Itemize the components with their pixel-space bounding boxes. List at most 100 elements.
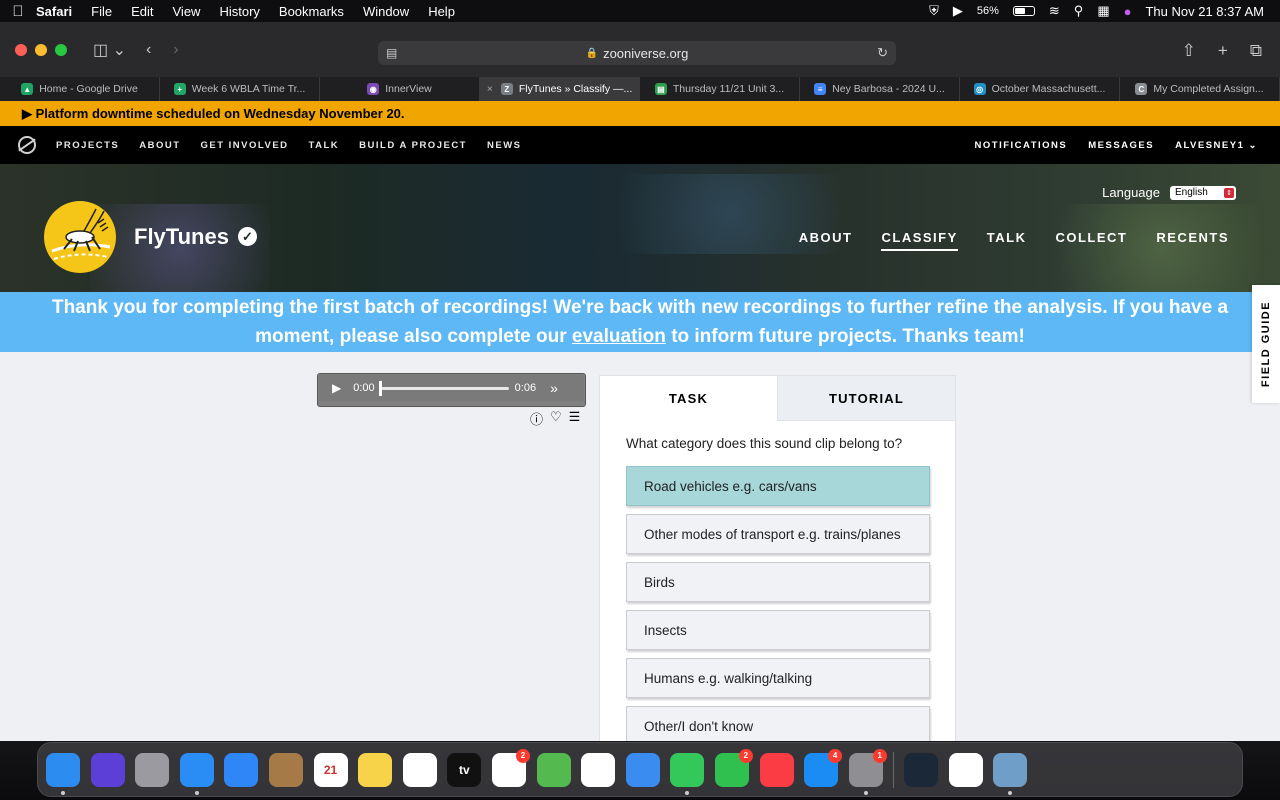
menu-app-name[interactable]: Safari [36,4,72,19]
zooniverse-logo-icon[interactable] [18,136,36,154]
nav-news[interactable]: NEWS [487,140,522,151]
menu-view[interactable]: View [173,4,201,19]
nav-talk[interactable]: TALK [309,140,340,151]
answer-option[interactable]: Birds [626,562,930,602]
wifi-icon[interactable]: ≋ [1049,3,1060,19]
nav-build-a-project[interactable]: BUILD A PROJECT [359,140,467,151]
freeform-icon[interactable] [402,752,437,787]
finder-icon[interactable] [46,752,80,795]
shield-icon[interactable]: ⛨ [929,3,939,19]
system-settings-icon[interactable]: 1 [848,748,887,795]
project-nav-classify[interactable]: CLASSIFY [881,230,958,251]
project-nav-about[interactable]: ABOUT [799,230,853,251]
browser-tab[interactable]: × Z FlyTunes » Classify —... [480,77,640,101]
field-guide-button[interactable]: FIELD GUIDE [1252,285,1280,403]
menu-history[interactable]: History [219,4,259,19]
apple-icon[interactable]:  [0,3,36,20]
project-avatar[interactable] [44,201,116,273]
play-icon[interactable]: ▶ [332,381,341,395]
notes-icon[interactable] [358,752,393,787]
forward-icon[interactable]: › [173,41,178,59]
tv-icon[interactable]: tv [447,752,482,787]
evaluation-link[interactable]: evaluation [572,326,666,347]
nav-projects[interactable]: PROJECTS [56,140,119,151]
menu-bookmarks[interactable]: Bookmarks [279,4,344,19]
nav-about[interactable]: ABOUT [139,140,180,151]
browser-tab[interactable]: ≡ Ney Barbosa - 2024 U... [800,77,960,101]
announcement-text-after: to inform future projects. Thanks team! [671,326,1025,347]
menu-help[interactable]: Help [428,4,455,19]
answer-option[interactable]: Other modes of transport e.g. trains/pla… [626,514,930,554]
scrubber-handle[interactable] [378,380,382,396]
project-nav-talk[interactable]: TALK [987,230,1027,251]
tab-tutorial[interactable]: TUTORIAL [777,376,955,421]
info-icon[interactable]: ⓘ [530,409,543,428]
nav-messages[interactable]: MESSAGES [1088,140,1154,151]
browser-tab[interactable]: ▲ Home - Google Drive [0,77,160,101]
photos-icon[interactable] [581,752,616,787]
menu-window[interactable]: Window [363,4,409,19]
answer-option[interactable]: Road vehicles e.g. cars/vans [626,466,930,506]
weather-icon[interactable] [625,752,660,787]
contacts-icon[interactable] [268,752,303,787]
close-window-button[interactable] [15,43,27,56]
downtime-banner[interactable]: ▶ Platform downtime scheduled on Wednesd… [0,101,1280,126]
language-select[interactable]: English ⇕ [1170,185,1236,200]
spotlight-search-icon[interactable]: ⚲ [1074,3,1084,19]
menu-edit[interactable]: Edit [131,4,153,19]
dock-area: 21 tv 2 2 4 1 [0,741,1280,800]
project-nav-collect[interactable]: COLLECT [1055,230,1127,251]
audio-scrubber[interactable] [378,380,509,396]
answer-option[interactable]: Insects [626,610,930,650]
browser-tab[interactable]: ▤ Thursday 11/21 Unit 3... [640,77,800,101]
browser-tab[interactable]: + Week 6 WBLA Time Tr... [160,77,320,101]
control-center-icon[interactable]: ▦ [1097,3,1109,19]
proton-vpn-icon[interactable] [948,752,983,787]
sidebar-toggle-icon[interactable]: ◫ ⌄ [93,40,126,60]
fast-forward-icon[interactable]: » [550,380,558,396]
play-circle-icon[interactable]: ▶ [953,3,963,19]
menu-clock[interactable]: Thu Nov 21 8:37 AM [1145,4,1264,19]
share-icon[interactable]: ⇧ [1182,41,1196,61]
back-icon[interactable]: ‹ [146,41,151,59]
siri-icon[interactable]: ● [1124,4,1132,19]
browser-tab[interactable]: C My Completed Assign... [1120,77,1280,101]
minimize-window-button[interactable] [35,43,47,56]
messages-icon[interactable] [670,752,705,795]
new-tab-icon[interactable]: + [1218,41,1228,61]
reload-icon[interactable]: ↻ [877,45,888,61]
answer-option[interactable]: Humans e.g. walking/talking [626,658,930,698]
steam-icon[interactable] [904,752,939,787]
project-nav-recents[interactable]: RECENTS [1156,230,1229,251]
preview-icon[interactable] [993,752,1028,795]
battery-icon[interactable] [1012,6,1035,16]
zoom-window-button[interactable] [55,43,67,56]
safari-icon[interactable] [179,752,214,795]
launchpad-icon[interactable] [135,752,170,787]
page-menu-icon[interactable]: ▤ [386,46,397,60]
project-title[interactable]: FlyTunes [134,224,229,250]
running-indicator [194,790,199,795]
tab-task[interactable]: TASK [600,376,777,421]
calendar-icon[interactable]: 21 [313,752,348,787]
menu-file[interactable]: File [91,4,112,19]
answer-option[interactable]: Other/I don't know [626,706,930,741]
address-bar[interactable]: ▤ 🔒 zooniverse.org ↻ [378,41,896,65]
facetime-icon[interactable]: 2 [714,748,753,787]
browser-tab[interactable]: ◉ InnerView [320,77,480,101]
reminders-icon[interactable]: 2 [491,748,530,787]
siri-icon[interactable] [90,752,125,787]
heart-icon[interactable]: ♡ [550,409,562,428]
browser-tab[interactable]: ◎ October Massachusett... [960,77,1120,101]
maps-icon[interactable] [536,752,571,787]
collections-list-icon[interactable]: ☰ [569,409,581,428]
nav-notifications[interactable]: NOTIFICATIONS [975,140,1068,151]
tab-overview-icon[interactable]: ⧉ [1250,41,1262,61]
app-store-icon[interactable]: 4 [804,748,843,787]
close-tab-icon[interactable]: × [487,83,493,95]
mail-icon[interactable] [224,752,259,787]
nav-get-involved[interactable]: GET INVOLVED [201,140,289,151]
music-icon[interactable] [759,752,794,787]
project-header: FlyTunes ✓ Language English ⇕ ABOUT CLASS… [0,164,1280,292]
user-menu[interactable]: ALVESNEY1 ⌄ [1175,140,1258,151]
